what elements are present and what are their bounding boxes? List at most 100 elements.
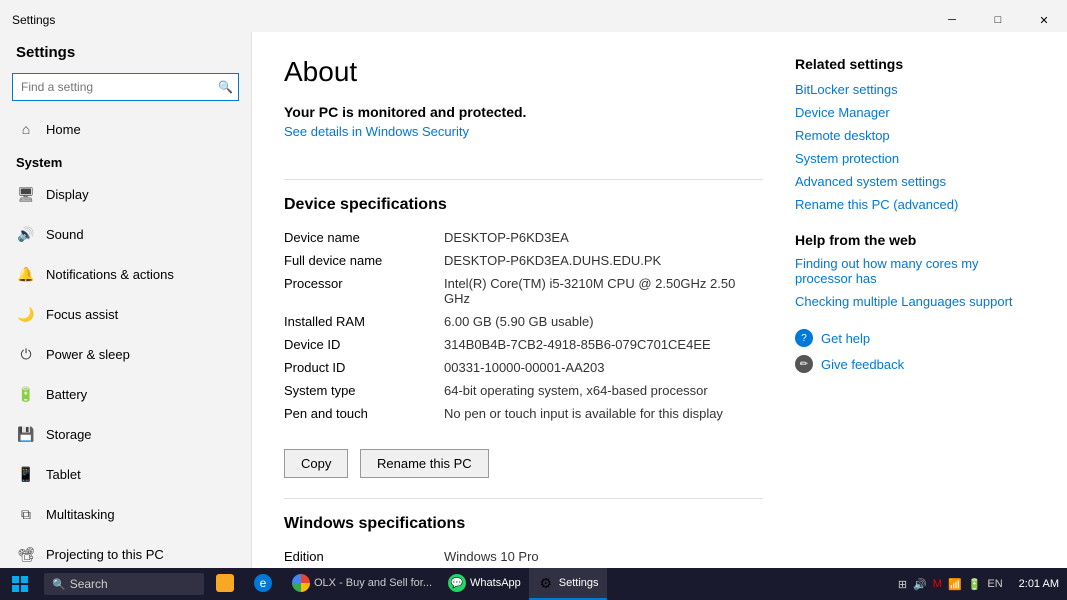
pc-status-text: Your PC is monitored and protected. xyxy=(284,104,763,120)
sidebar-item-label: Focus assist xyxy=(46,307,118,322)
table-row: System type64-bit operating system, x64-… xyxy=(284,379,763,402)
sidebar-item-label: Power & sleep xyxy=(46,347,130,362)
taskbar: 🔍 Search e OLX - Buy and Sell for... 💬 W… xyxy=(0,568,1067,600)
sidebar: Settings 🔍 ⌂ Home System 🖥 Display 🔊 Sou… xyxy=(0,32,252,568)
tray-network-icon[interactable]: 📶 xyxy=(948,578,962,591)
content-main: About Your PC is monitored and protected… xyxy=(284,56,763,544)
tray-lang-icon[interactable]: EN xyxy=(987,578,1002,590)
spec-value: 64-bit operating system, x64-based proce… xyxy=(444,379,763,402)
taskbar-app-label: OLX - Buy and Sell for... xyxy=(314,577,432,589)
titlebar: Settings ─ □ ✕ xyxy=(0,0,1067,32)
give-feedback-link[interactable]: Give feedback xyxy=(821,357,904,372)
taskbar-app-explorer[interactable] xyxy=(208,568,246,600)
tray-mcafee-icon[interactable]: M xyxy=(933,578,942,590)
edge-icon: e xyxy=(254,574,272,592)
related-settings-link[interactable]: Advanced system settings xyxy=(795,174,1035,189)
taskbar-time[interactable]: 2:01 AM xyxy=(1011,578,1067,590)
start-button[interactable] xyxy=(0,568,40,600)
related-settings-link[interactable]: Remote desktop xyxy=(795,128,1035,143)
windows-specs-title: Windows specifications xyxy=(284,498,763,533)
taskbar-tray: ⊞ 🔊 M 📶 🔋 EN xyxy=(890,578,1011,591)
sidebar-section-system: System xyxy=(0,149,251,174)
chrome-icon xyxy=(292,574,310,592)
sound-icon: 🔊 xyxy=(16,224,36,244)
related-settings-title: Related settings xyxy=(795,56,1035,72)
tray-battery-icon[interactable]: 🔋 xyxy=(968,578,982,591)
taskbar-app-whatsapp[interactable]: 💬 WhatsApp xyxy=(440,568,529,600)
sidebar-item-label: Multitasking xyxy=(46,507,115,522)
taskbar-search-text: Search xyxy=(70,577,108,591)
table-row: EditionWindows 10 Pro xyxy=(284,545,763,568)
spec-value: DESKTOP-P6KD3EA xyxy=(444,226,763,249)
give-feedback-item[interactable]: ✏ Give feedback xyxy=(795,355,1035,373)
battery-icon: 🔋 xyxy=(16,384,36,404)
sidebar-item-tablet[interactable]: 📱 Tablet xyxy=(0,454,251,494)
device-specs-title: Device specifications xyxy=(284,179,763,214)
spec-label: Pen and touch xyxy=(284,402,444,425)
taskbar-search[interactable]: 🔍 Search xyxy=(44,573,204,595)
whatsapp-icon: 💬 xyxy=(448,574,466,592)
main-content: About Your PC is monitored and protected… xyxy=(252,32,1067,568)
sidebar-item-label: Projecting to this PC xyxy=(46,547,164,562)
content-sidebar: Related settings BitLocker settings Devic… xyxy=(795,56,1035,544)
search-input[interactable] xyxy=(12,73,239,101)
spec-label: Device ID xyxy=(284,333,444,356)
related-settings-link[interactable]: Rename this PC (advanced) xyxy=(795,197,1035,212)
get-help-link[interactable]: Get help xyxy=(821,331,870,346)
help-link[interactable]: Finding out how many cores my processor … xyxy=(795,256,1035,286)
spec-value: Windows 10 Pro xyxy=(444,545,763,568)
page-title: About xyxy=(284,56,763,88)
table-row: Device ID314B0B4B-7CB2-4918-85B6-079C701… xyxy=(284,333,763,356)
spec-value: Intel(R) Core(TM) i5-3210M CPU @ 2.50GHz… xyxy=(444,272,763,310)
spec-label: System type xyxy=(284,379,444,402)
taskbar-app-settings[interactable]: ⚙ Settings xyxy=(529,568,607,600)
tray-volume-icon[interactable]: 🔊 xyxy=(913,578,927,591)
spec-value: 6.00 GB (5.90 GB usable) xyxy=(444,310,763,333)
storage-icon: 💾 xyxy=(16,424,36,444)
display-icon: 🖥 xyxy=(16,184,36,204)
sidebar-item-sound[interactable]: 🔊 Sound xyxy=(0,214,251,254)
focus-icon: 🌙 xyxy=(16,304,36,324)
search-icon: 🔍 xyxy=(218,80,233,94)
taskbar-app-chrome[interactable]: OLX - Buy and Sell for... xyxy=(284,568,440,600)
related-settings-link[interactable]: BitLocker settings xyxy=(795,82,1035,97)
table-row: Installed RAM6.00 GB (5.90 GB usable) xyxy=(284,310,763,333)
sidebar-header: Settings xyxy=(0,32,251,69)
home-icon: ⌂ xyxy=(16,119,36,139)
table-row: ProcessorIntel(R) Core(TM) i5-3210M CPU … xyxy=(284,272,763,310)
tray-apps-icon[interactable]: ⊞ xyxy=(898,578,907,591)
taskbar-app-edge[interactable]: e xyxy=(246,568,284,600)
spec-value: DESKTOP-P6KD3EA.DUHS.EDU.PK xyxy=(444,249,763,272)
spec-value: No pen or touch input is available for t… xyxy=(444,402,763,425)
taskbar-search-icon: 🔍 xyxy=(52,578,66,591)
sidebar-item-storage[interactable]: 💾 Storage xyxy=(0,414,251,454)
related-settings-link[interactable]: System protection xyxy=(795,151,1035,166)
sidebar-item-battery[interactable]: 🔋 Battery xyxy=(0,374,251,414)
sidebar-item-power[interactable]: ⏻ Power & sleep xyxy=(0,334,251,374)
get-help-icon: ? xyxy=(795,329,813,347)
multitasking-icon: ⧉ xyxy=(16,504,36,524)
rename-pc-button[interactable]: Rename this PC xyxy=(360,449,489,478)
sidebar-item-focus[interactable]: 🌙 Focus assist xyxy=(0,294,251,334)
sidebar-item-label: Home xyxy=(46,122,81,137)
taskbar-app-label: WhatsApp xyxy=(470,577,521,589)
get-help-item[interactable]: ? Get help xyxy=(795,329,1035,347)
table-row: Full device nameDESKTOP-P6KD3EA.DUHS.EDU… xyxy=(284,249,763,272)
app-body: Settings 🔍 ⌂ Home System 🖥 Display 🔊 Sou… xyxy=(0,32,1067,568)
sidebar-item-display[interactable]: 🖥 Display xyxy=(0,174,251,214)
projecting-icon: 📽 xyxy=(16,544,36,564)
taskbar-app-label: Settings xyxy=(559,577,599,589)
sidebar-item-label: Sound xyxy=(46,227,84,242)
help-link[interactable]: Checking multiple Languages support xyxy=(795,294,1035,309)
related-settings-link[interactable]: Device Manager xyxy=(795,105,1035,120)
settings-app-icon: ⚙ xyxy=(537,574,555,592)
sidebar-item-home[interactable]: ⌂ Home xyxy=(0,109,251,149)
copy-button[interactable]: Copy xyxy=(284,449,348,478)
sidebar-item-projecting[interactable]: 📽 Projecting to this PC xyxy=(0,534,251,568)
spec-value: 00331-10000-00001-AA203 xyxy=(444,356,763,379)
sidebar-item-multitasking[interactable]: ⧉ Multitasking xyxy=(0,494,251,534)
tablet-icon: 📱 xyxy=(16,464,36,484)
spec-label: Installed RAM xyxy=(284,310,444,333)
sidebar-item-notifications[interactable]: 🔔 Notifications & actions xyxy=(0,254,251,294)
windows-security-link[interactable]: See details in Windows Security xyxy=(284,124,469,139)
